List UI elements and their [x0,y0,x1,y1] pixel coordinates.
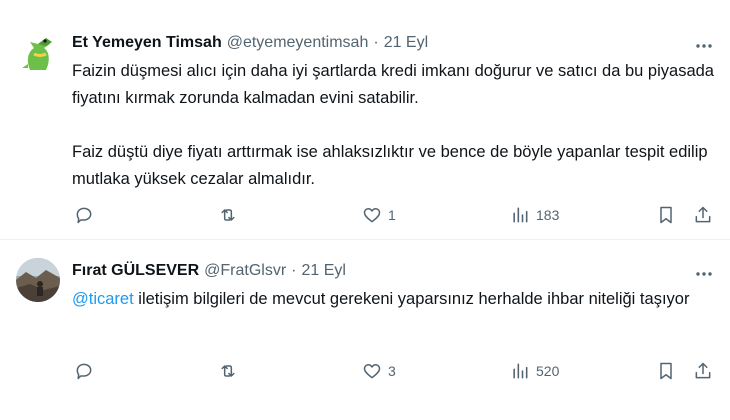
tweet-header: Fırat GÜLSEVER @FratGlsvr · 21 Eyl [72,262,346,280]
tweet-paragraph: Faiz düştü diye fiyatı arttırmak ise ahl… [72,143,708,188]
mention-link[interactable]: @ticaret [72,290,134,308]
crocodile-avatar-icon [16,30,60,74]
action-bar: 3 520 [72,359,722,383]
share-button[interactable] [693,203,713,227]
share-icon [695,206,711,223]
heart-icon [363,364,381,379]
bookmark-icon [660,362,672,380]
views-button[interactable]: 520 [510,359,559,383]
retweet-icon [221,365,235,377]
reply-button[interactable] [74,203,100,227]
separator-dot: · [291,262,297,279]
heart-icon [363,208,381,223]
author-handle[interactable]: @FratGlsvr [204,262,286,280]
share-button[interactable] [693,359,713,383]
tweet-text-rest: iletişim bilgileri de mevcut gerekeni ya… [133,290,690,308]
tweet[interactable]: Fırat GÜLSEVER @FratGlsvr · 21 Eyl @tica… [0,240,730,420]
tweet-paragraph: @ticaret iletişim bilgileri de mevcut ge… [72,286,722,313]
views-button[interactable]: 183 [510,203,559,227]
more-options-icon[interactable] [694,264,714,284]
views-count: 183 [536,207,560,223]
tweet-header: Et Yemeyen Timsah @etyemeyentimsah · 21 … [72,34,428,52]
views-count: 520 [536,363,560,379]
tweet-date[interactable]: 21 Eyl [384,34,428,52]
tweet-text: @ticaret iletişim bilgileri de mevcut ge… [72,286,722,313]
author-name[interactable]: Fırat GÜLSEVER [72,262,199,280]
bookmark-icon [660,206,672,224]
reply-icon [76,207,92,224]
like-count: 1 [388,207,396,223]
tweet[interactable]: Et Yemeyen Timsah @etyemeyentimsah · 21 … [0,0,730,240]
reply-button[interactable] [74,359,100,383]
avatar[interactable] [16,30,60,74]
reply-icon [76,363,92,380]
retweet-icon [221,209,235,221]
views-chart-icon [513,363,528,379]
action-bar: 1 183 [72,203,722,227]
author-handle[interactable]: @etyemeyentimsah [227,34,369,52]
share-icon [695,362,711,379]
retweet-button[interactable] [218,359,244,383]
like-count: 3 [388,363,396,379]
views-chart-icon [513,207,528,223]
more-options-icon[interactable] [694,36,714,56]
like-button[interactable]: 1 [362,203,396,227]
tweet-paragraph: Faizin düşmesi alıcı için daha iyi şartl… [72,62,714,107]
like-button[interactable]: 3 [362,359,396,383]
bookmark-button[interactable] [656,359,676,383]
avatar[interactable] [16,258,60,302]
bookmark-button[interactable] [656,203,676,227]
retweet-button[interactable] [218,203,244,227]
landscape-photo-avatar-icon [16,258,60,302]
author-name[interactable]: Et Yemeyen Timsah [72,34,222,52]
tweet-date[interactable]: 21 Eyl [301,262,345,280]
separator-dot: · [373,34,379,51]
tweet-text: Faizin düşmesi alıcı için daha iyi şartl… [72,58,722,193]
